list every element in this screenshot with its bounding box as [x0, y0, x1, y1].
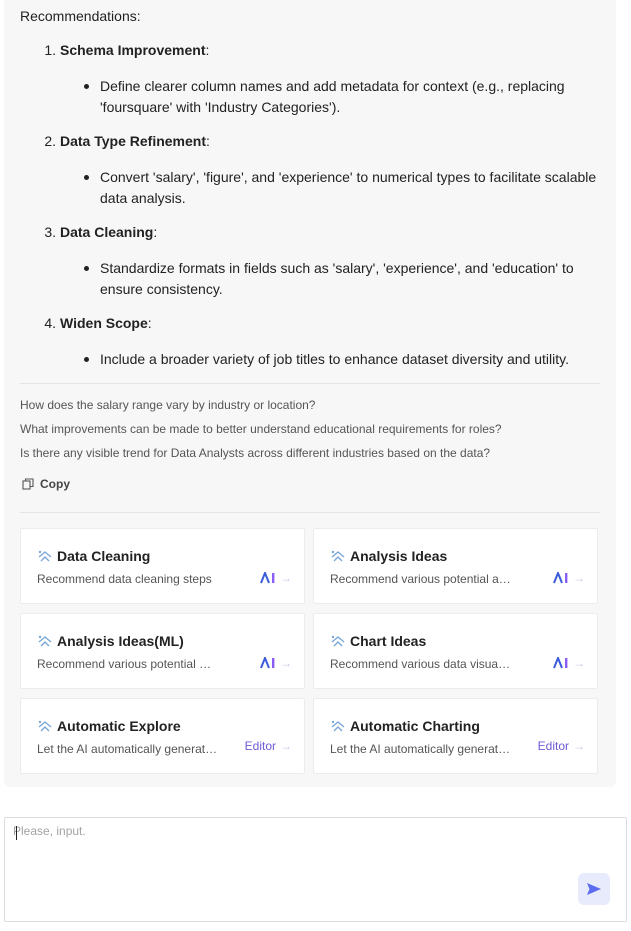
send-button[interactable]	[578, 873, 610, 905]
recommendations-heading: Recommendations:	[20, 8, 141, 24]
card-chart-ideas[interactable]: Chart Ideas Recommend various data visua…	[313, 613, 598, 689]
editor-label: Editor	[244, 739, 276, 753]
sparkle-icon	[331, 720, 345, 732]
item-number: 2.	[44, 133, 56, 149]
card-description: Recommend various potential analysis ide…	[330, 572, 512, 586]
item-colon: :	[147, 315, 152, 331]
assistant-message: Recommendations: 1. Schema Improvement: D…	[4, 0, 616, 787]
text-cursor	[16, 826, 17, 840]
card-description: Recommend data cleaning steps	[37, 572, 212, 586]
card-title: Automatic Charting	[350, 718, 480, 734]
item-colon: :	[206, 133, 210, 149]
sparkle-icon	[331, 550, 345, 562]
item-title: Schema Improvement	[60, 42, 206, 58]
card-automatic-charting[interactable]: Automatic Charting Let the AI automatica…	[313, 698, 598, 774]
item-colon: :	[205, 42, 210, 58]
card-title: Chart Ideas	[350, 633, 427, 649]
card-data-cleaning[interactable]: Data Cleaning Recommend data cleaning st…	[20, 528, 305, 604]
divider	[20, 512, 600, 513]
arrow-right-icon: →	[573, 656, 585, 670]
item-title: Data Cleaning	[60, 224, 154, 240]
arrow-right-icon: →	[280, 571, 292, 585]
copy-label: Copy	[40, 477, 70, 491]
suggested-question[interactable]: How does the salary range vary by indust…	[20, 398, 315, 412]
card-ai-action[interactable]: →	[553, 571, 585, 585]
card-ai-action[interactable]: →	[553, 656, 585, 670]
list-item: 1. Schema Improvement:	[20, 42, 209, 58]
item-detail: Standardize formats in fields such as 's…	[84, 258, 600, 300]
item-colon: :	[153, 224, 158, 240]
card-title: Automatic Explore	[57, 718, 181, 734]
item-detail: Define clearer column names and add meta…	[84, 76, 600, 118]
chat-input[interactable]	[13, 824, 573, 884]
card-editor-action[interactable]: Editor →	[245, 739, 292, 753]
ai-logo-icon	[553, 657, 568, 669]
sparkle-icon	[38, 720, 52, 732]
item-title: Widen Scope	[60, 315, 148, 331]
arrow-right-icon: →	[573, 739, 585, 753]
arrow-right-icon: →	[280, 656, 292, 670]
list-item: 2. Data Type Refinement:	[20, 133, 210, 149]
card-ai-action[interactable]: →	[260, 571, 292, 585]
item-title: Data Type Refinement	[60, 133, 206, 149]
card-description: Let the AI automatically generate explor…	[37, 742, 219, 756]
item-number: 1.	[44, 42, 56, 58]
card-title: Data Cleaning	[57, 548, 151, 564]
suggested-question[interactable]: What improvements can be made to better …	[20, 422, 502, 436]
item-number: 4.	[44, 315, 56, 331]
card-analysis-ideas-ml[interactable]: Analysis Ideas(ML) Recommend various pot…	[20, 613, 305, 689]
item-number: 3.	[44, 224, 56, 240]
send-icon	[587, 883, 601, 895]
card-editor-action[interactable]: Editor →	[538, 739, 585, 753]
copy-icon	[22, 478, 34, 490]
arrow-right-icon: →	[280, 739, 292, 753]
item-detail: Include a broader variety of job titles …	[84, 349, 600, 370]
ai-logo-icon	[553, 572, 568, 584]
ai-logo-icon	[260, 572, 275, 584]
card-title: Analysis Ideas	[350, 548, 448, 564]
list-item: 4. Widen Scope:	[20, 315, 152, 331]
copy-button[interactable]: Copy	[22, 475, 70, 493]
editor-label: Editor	[537, 739, 569, 753]
card-description: Let the AI automatically generate charts	[330, 742, 512, 756]
card-automatic-explore[interactable]: Automatic Explore Let the AI automatical…	[20, 698, 305, 774]
card-description: Recommend various potential ML analysis …	[37, 657, 219, 671]
sparkle-icon	[331, 635, 345, 647]
sparkle-icon	[38, 550, 52, 562]
divider	[20, 383, 600, 384]
card-title: Analysis Ideas(ML)	[57, 633, 184, 649]
suggested-question[interactable]: Is there any visible trend for Data Anal…	[20, 446, 490, 460]
sparkle-icon	[38, 635, 52, 647]
list-item: 3. Data Cleaning:	[20, 224, 157, 240]
card-description: Recommend various data visualization ide…	[330, 657, 512, 671]
card-analysis-ideas[interactable]: Analysis Ideas Recommend various potenti…	[313, 528, 598, 604]
ai-logo-icon	[260, 657, 275, 669]
item-detail: Convert 'salary', 'figure', and 'experie…	[84, 167, 600, 209]
card-ai-action[interactable]: →	[260, 656, 292, 670]
chat-input-box	[4, 817, 627, 922]
arrow-right-icon: →	[573, 571, 585, 585]
